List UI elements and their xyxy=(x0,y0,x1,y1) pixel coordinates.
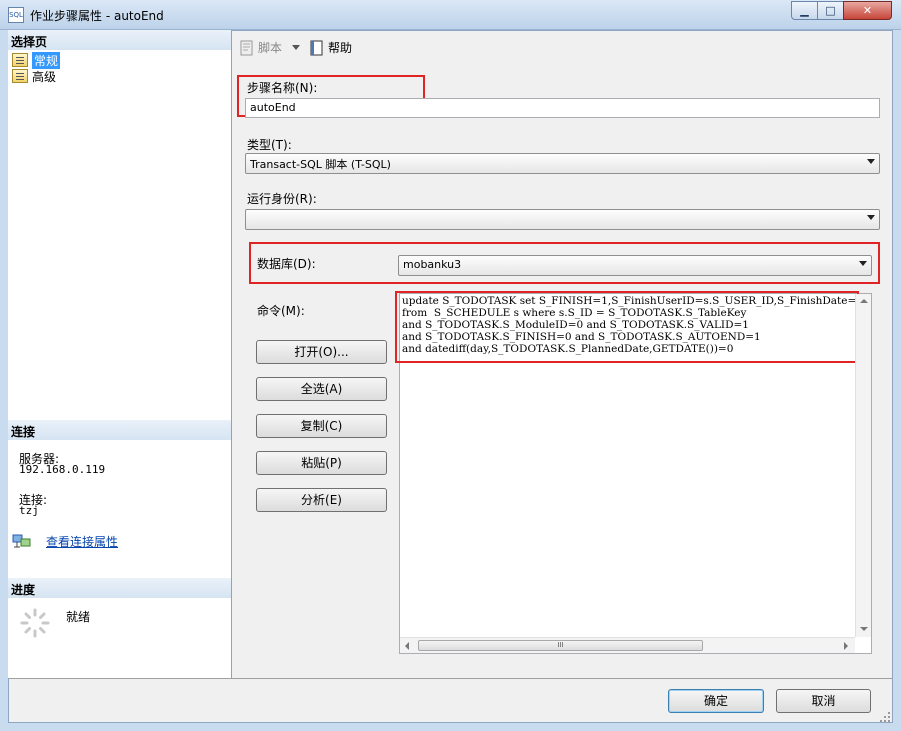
step-name-input[interactable]: autoEnd xyxy=(245,98,880,118)
network-icon xyxy=(12,534,31,548)
progress-status: 就绪 xyxy=(66,610,91,624)
scroll-up-icon[interactable] xyxy=(860,299,868,303)
parse-button[interactable]: 分析(E) xyxy=(256,488,387,512)
type-select[interactable]: Transact-SQL 脚本 (T-SQL) xyxy=(245,153,880,174)
page-icon xyxy=(12,53,28,67)
connection-value: tzj xyxy=(19,504,39,517)
vertical-scrollbar[interactable] xyxy=(855,294,871,637)
page-item-general[interactable]: 常规 xyxy=(12,51,61,69)
select-all-button[interactable]: 全选(A) xyxy=(256,377,387,401)
step-name-label: 步骤名称(N): xyxy=(247,81,318,95)
script-button[interactable]: 脚本 xyxy=(239,39,301,56)
cancel-button[interactable]: 取消 xyxy=(776,689,871,713)
run-as-select[interactable] xyxy=(245,209,880,230)
paste-button[interactable]: 粘贴(P) xyxy=(256,451,387,475)
maximize-button[interactable]: □ xyxy=(817,1,844,20)
help-button[interactable]: 帮助 xyxy=(309,39,352,56)
scroll-down-icon[interactable] xyxy=(860,627,868,631)
scroll-right-icon[interactable] xyxy=(844,642,848,650)
scroll-left-icon[interactable] xyxy=(405,642,409,650)
minimize-button[interactable]: ▁ xyxy=(791,1,818,20)
script-icon xyxy=(240,40,253,55)
open-button[interactable]: 打开(O)... xyxy=(256,340,387,364)
app-window-icon: SQL xyxy=(8,7,24,23)
close-button[interactable]: ✕ xyxy=(843,1,892,20)
view-connection-properties-link[interactable]: 查看连接属性 xyxy=(46,533,118,550)
window-title: 作业步骤属性 - autoEnd xyxy=(30,9,164,23)
progress-header: 进度 xyxy=(8,578,231,598)
connection-header: 连接 xyxy=(8,420,231,440)
footer-divider xyxy=(9,678,892,679)
database-value: mobanku3 xyxy=(403,258,462,271)
help-label: 帮助 xyxy=(328,41,353,55)
script-label: 脚本 xyxy=(258,41,283,55)
database-label: 数据库(D): xyxy=(257,257,316,271)
page-item-advanced[interactable]: 高级 xyxy=(12,68,56,84)
chevron-down-icon xyxy=(859,261,867,266)
page-item-label: 高级 xyxy=(32,69,57,84)
database-select[interactable]: mobanku3 xyxy=(398,255,872,276)
type-value: Transact-SQL 脚本 (T-SQL) xyxy=(250,158,391,171)
left-panel: 选择页 常规 高级 连接 服务器: 192.168.0.119 连接: tzj … xyxy=(8,30,232,678)
chevron-down-icon xyxy=(867,159,875,164)
server-value: 192.168.0.119 xyxy=(19,463,106,476)
copy-button[interactable]: 复制(C) xyxy=(256,414,387,438)
command-highlight xyxy=(395,291,859,363)
pages-header: 选择页 xyxy=(8,30,231,50)
horizontal-scroll-thumb[interactable]: III xyxy=(418,640,703,651)
progress-spinner-icon xyxy=(20,608,50,638)
type-label: 类型(T): xyxy=(247,138,292,152)
command-label: 命令(M): xyxy=(257,304,305,318)
run-as-label: 运行身份(R): xyxy=(247,192,317,206)
page-icon xyxy=(12,69,28,83)
chevron-down-icon xyxy=(867,215,875,220)
page-item-label: 常规 xyxy=(32,51,61,69)
help-book-icon xyxy=(310,40,323,55)
chevron-down-icon[interactable] xyxy=(292,45,301,50)
resize-grip-icon[interactable] xyxy=(880,712,890,722)
ok-button[interactable]: 确定 xyxy=(668,689,764,713)
